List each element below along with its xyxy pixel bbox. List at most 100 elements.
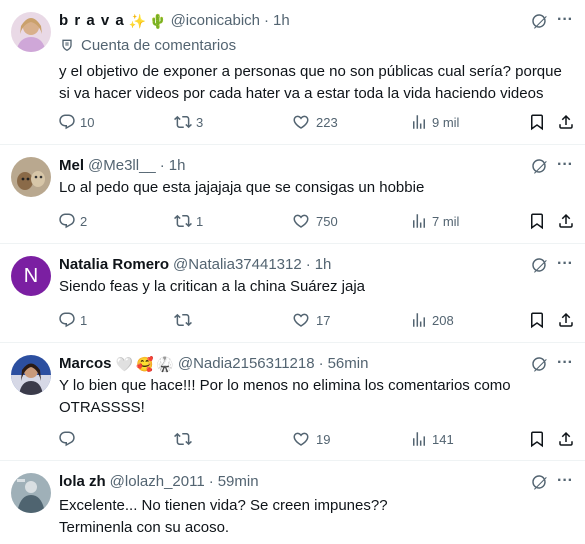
reply-icon [58,430,76,448]
display-name[interactable]: Natalia Romero [59,255,169,275]
avatar[interactable] [11,473,51,513]
name-emojis: 🤍 🥰 🥋 [116,354,174,374]
reply-text: Lo al pedo que esta jajajaja que se cons… [59,177,574,199]
bookmark-button[interactable] [525,427,549,451]
reply-card[interactable]: Marcos 🤍 🥰 🥋 @Nadia2156311218 · 56min ··… [0,343,585,461]
views-button[interactable]: 208 [410,308,454,332]
views-button[interactable]: 7 mil [410,209,459,233]
repost-button[interactable] [174,308,196,332]
display-name[interactable]: Mel [59,156,84,176]
views-button[interactable]: 141 [410,427,454,451]
avatar[interactable] [11,12,51,52]
reply-count: 2 [80,213,88,229]
avatar[interactable]: N [11,256,51,296]
more-options-icon[interactable]: ··· [555,355,575,376]
reply-card[interactable]: lola zh @lolazh_2011 · 59min ··· Excelen… [0,461,585,544]
grok-icon[interactable] [531,257,549,275]
share-button[interactable] [554,308,578,332]
more-options-icon[interactable]: ··· [555,157,575,178]
action-bar: 19 141 [52,427,582,451]
heart-icon [292,113,310,131]
like-button[interactable]: 223 [292,110,338,134]
text-line: Lo al pedo que esta jajajaja que se cons… [59,179,425,196]
more-options-icon[interactable]: ··· [555,12,575,33]
share-icon [557,113,575,131]
separator-dot: · [208,473,214,490]
reply-text: Siendo feas y la critican a la china Suá… [59,276,574,298]
user-handle[interactable]: @lolazh_2011 [110,472,205,492]
text-line: Y lo bien que hace!!! Por lo menos no el… [59,377,511,394]
bookmark-button[interactable] [525,209,549,233]
heart-icon [292,311,310,329]
reply-button[interactable]: 1 [58,308,87,332]
bookmark-icon [528,430,546,448]
reply-text: y el objetivo de exponer a personas que … [59,61,574,105]
cactus-emoji-icon: 🌵 [149,13,167,29]
share-icon [557,311,575,329]
bookmark-icon [528,113,546,131]
separator-dot: · [305,256,311,273]
like-count: 750 [316,213,338,229]
views-icon [410,113,428,131]
views-icon [410,212,428,230]
repost-count: 1 [196,213,204,229]
action-bar: 10 3 223 9 mil [52,110,582,134]
repost-button[interactable]: 1 [174,209,203,233]
user-handle[interactable]: @iconicabich [171,11,260,31]
reply-header: Natalia Romero @Natalia37441312 · 1h [59,255,525,275]
like-button[interactable]: 750 [292,209,338,233]
timestamp[interactable]: 56min [328,354,369,374]
timestamp[interactable]: 1h [315,255,332,275]
avatar[interactable] [11,355,51,395]
timestamp[interactable]: 59min [218,472,259,492]
share-button[interactable] [554,427,578,451]
reply-card[interactable]: N Natalia Romero @Natalia37441312 · 1h ·… [0,244,585,343]
display-name[interactable]: lola zh [59,472,106,492]
repost-icon [174,311,192,329]
community-note-label: Cuenta de comentarios [59,35,236,55]
share-button[interactable] [554,110,578,134]
repost-button[interactable]: 3 [174,110,203,134]
reply-count: 10 [80,114,95,130]
reply-count: 1 [80,312,88,328]
display-name[interactable]: Marcos [59,354,112,374]
avatar[interactable] [11,157,51,197]
share-button[interactable] [554,209,578,233]
view-count: 208 [432,312,454,328]
bookmark-button[interactable] [525,308,549,332]
more-options-icon[interactable]: ··· [555,256,575,277]
like-button[interactable]: 17 [292,308,330,332]
repost-button[interactable] [174,427,196,451]
separator-dot: · [264,12,270,29]
views-icon [410,311,428,329]
reply-card[interactable]: Mel @Me3ll__ · 1h ··· Lo al pedo que est… [0,145,585,244]
grok-icon[interactable] [531,474,549,492]
grok-icon[interactable] [531,356,549,374]
reply-icon [58,311,76,329]
text-line: y el objetivo de exponer a personas que … [59,63,562,80]
display-name[interactable]: b r a v a [59,11,125,31]
user-handle[interactable]: @Natalia37441312 [173,255,302,275]
user-handle[interactable]: @Nadia2156311218 [178,354,315,374]
more-options-icon[interactable]: ··· [555,473,575,494]
like-count: 19 [316,431,331,447]
views-button[interactable]: 9 mil [410,110,459,134]
timestamp[interactable]: 1h [273,11,290,31]
reply-button[interactable]: 10 [58,110,94,134]
avatar-initial: N [23,264,39,287]
repost-count: 3 [196,114,204,130]
reply-button[interactable] [58,427,80,451]
reply-text: Y lo bien que hace!!! Por lo menos no el… [59,375,574,419]
bookmark-button[interactable] [525,110,549,134]
text-line: si va hacer videos por cada hater va a e… [59,85,544,102]
grok-icon[interactable] [531,13,549,31]
reply-button[interactable]: 2 [58,209,87,233]
like-button[interactable]: 19 [292,427,330,451]
grok-icon[interactable] [531,158,549,176]
user-handle[interactable]: @Me3ll__ [88,156,156,176]
timestamp[interactable]: 1h [169,156,186,176]
community-name[interactable]: Cuenta de comentarios [81,37,236,54]
text-line: Terminenla con su acoso. [59,519,230,536]
reply-card[interactable]: b r a v a ✨ 🌵 @iconicabich · 1h ··· Cuen… [0,0,585,145]
name-emojis: ✨ 🌵 [129,11,167,31]
